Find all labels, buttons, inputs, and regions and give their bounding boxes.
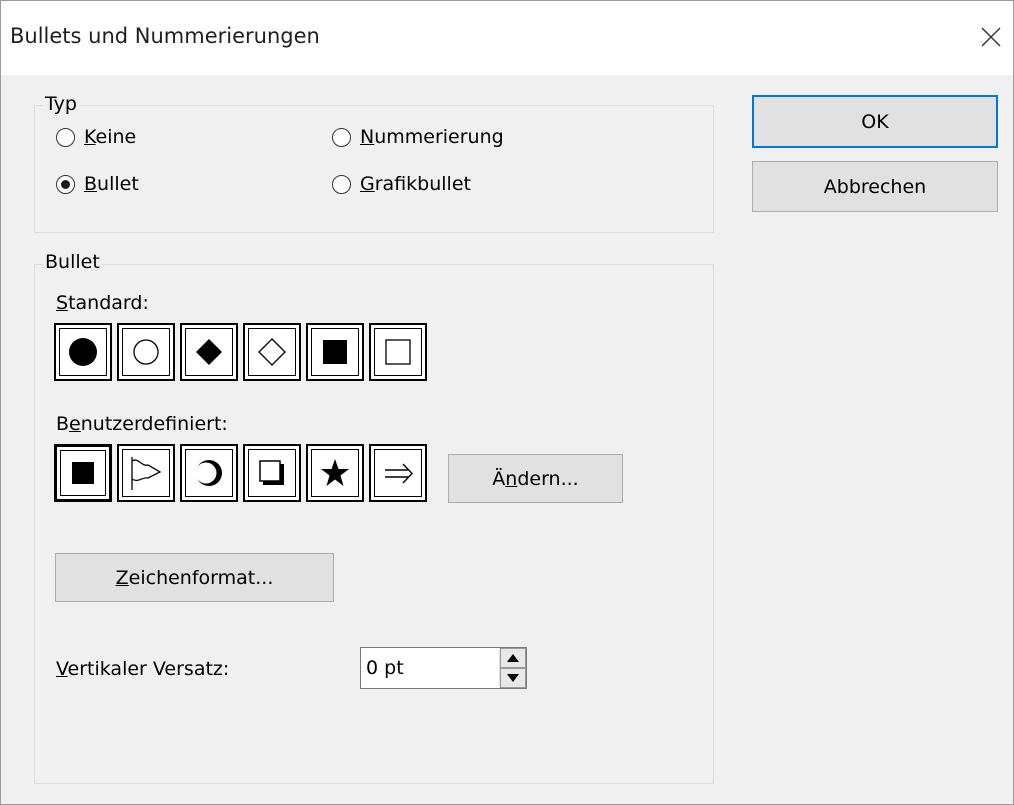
custom-bullet-double-arrow[interactable]	[369, 444, 427, 502]
radio-circle	[332, 127, 351, 147]
typ-group-label: Typ	[43, 93, 79, 115]
hollow-circle-icon	[133, 339, 159, 365]
bullet-group-label: Bullet	[43, 251, 102, 273]
vertical-offset-input[interactable]: 0 pt	[361, 657, 499, 679]
filled-square-icon	[72, 462, 94, 484]
radio-nummerierung[interactable]: Nummerierung	[332, 126, 504, 148]
spin-down-button[interactable]	[500, 668, 526, 688]
double-arrow-icon	[385, 463, 413, 484]
custom-label: Benutzerdefiniert:	[56, 413, 228, 435]
radio-keine-label: Keine	[84, 126, 137, 148]
cancel-button[interactable]: Abbrechen	[752, 161, 998, 212]
custom-bullet-star[interactable]	[306, 444, 364, 502]
crescent-circle-icon	[195, 460, 222, 486]
radio-circle	[332, 174, 351, 194]
radio-keine[interactable]: Keine	[56, 126, 136, 148]
standard-bullet-filled-circle[interactable]	[54, 323, 112, 381]
filled-circle-icon	[69, 338, 97, 366]
radio-circle-selected	[56, 174, 75, 194]
char-format-button[interactable]: Zeichenformat...	[55, 553, 334, 602]
custom-bullet-filled-square[interactable]	[54, 444, 112, 502]
close-button[interactable]	[969, 15, 1013, 59]
custom-bullet-crescent[interactable]	[180, 444, 238, 502]
spin-up-button[interactable]	[500, 648, 526, 668]
bullets-dialog: Bullets und Nummerierungen Typ Keine Bul…	[0, 0, 1014, 805]
hollow-square-icon	[385, 339, 411, 365]
standard-bullet-filled-square[interactable]	[306, 323, 364, 381]
star-icon	[321, 459, 349, 486]
caret-down-icon	[507, 674, 519, 682]
ok-button[interactable]: OK	[752, 95, 998, 148]
close-icon	[981, 27, 1001, 47]
typ-groupbox	[34, 105, 714, 233]
standard-bullets-row	[54, 323, 432, 381]
title-bar: Bullets und Nummerierungen	[1, 1, 1013, 75]
custom-bullet-shadow-square[interactable]	[243, 444, 301, 502]
vertical-offset-spinner[interactable]: 0 pt	[360, 647, 527, 689]
radio-circle	[56, 127, 75, 147]
change-bullet-button[interactable]: Än dern...	[448, 454, 623, 503]
flag-icon	[131, 457, 162, 490]
radio-grafikbullet-label: Grafikbullet	[360, 173, 471, 195]
filled-square-icon	[323, 340, 347, 364]
standard-label: Standard:	[56, 292, 149, 314]
filled-diamond-icon	[196, 339, 222, 365]
radio-dot	[61, 179, 70, 189]
radio-bullet-label: Bullet	[84, 173, 139, 195]
radio-grafikbullet[interactable]: Grafikbullet	[332, 173, 471, 195]
shadow-square-icon	[259, 460, 284, 485]
standard-bullet-hollow-diamond[interactable]	[243, 323, 301, 381]
radio-bullet[interactable]: Bullet	[56, 173, 139, 195]
vertical-offset-label: Vertikaler Versatz:	[56, 658, 230, 680]
dialog-title: Bullets und Nummerierungen	[10, 24, 320, 48]
radio-nummerierung-label: Nummerierung	[360, 126, 504, 148]
spin-buttons	[499, 648, 526, 688]
standard-bullet-hollow-square[interactable]	[369, 323, 427, 381]
custom-bullet-flag[interactable]	[117, 444, 175, 502]
caret-up-icon	[507, 654, 519, 662]
custom-bullets-row	[54, 444, 432, 502]
hollow-diamond-icon	[258, 338, 286, 366]
standard-bullet-hollow-circle[interactable]	[117, 323, 175, 381]
standard-bullet-filled-diamond[interactable]	[180, 323, 238, 381]
